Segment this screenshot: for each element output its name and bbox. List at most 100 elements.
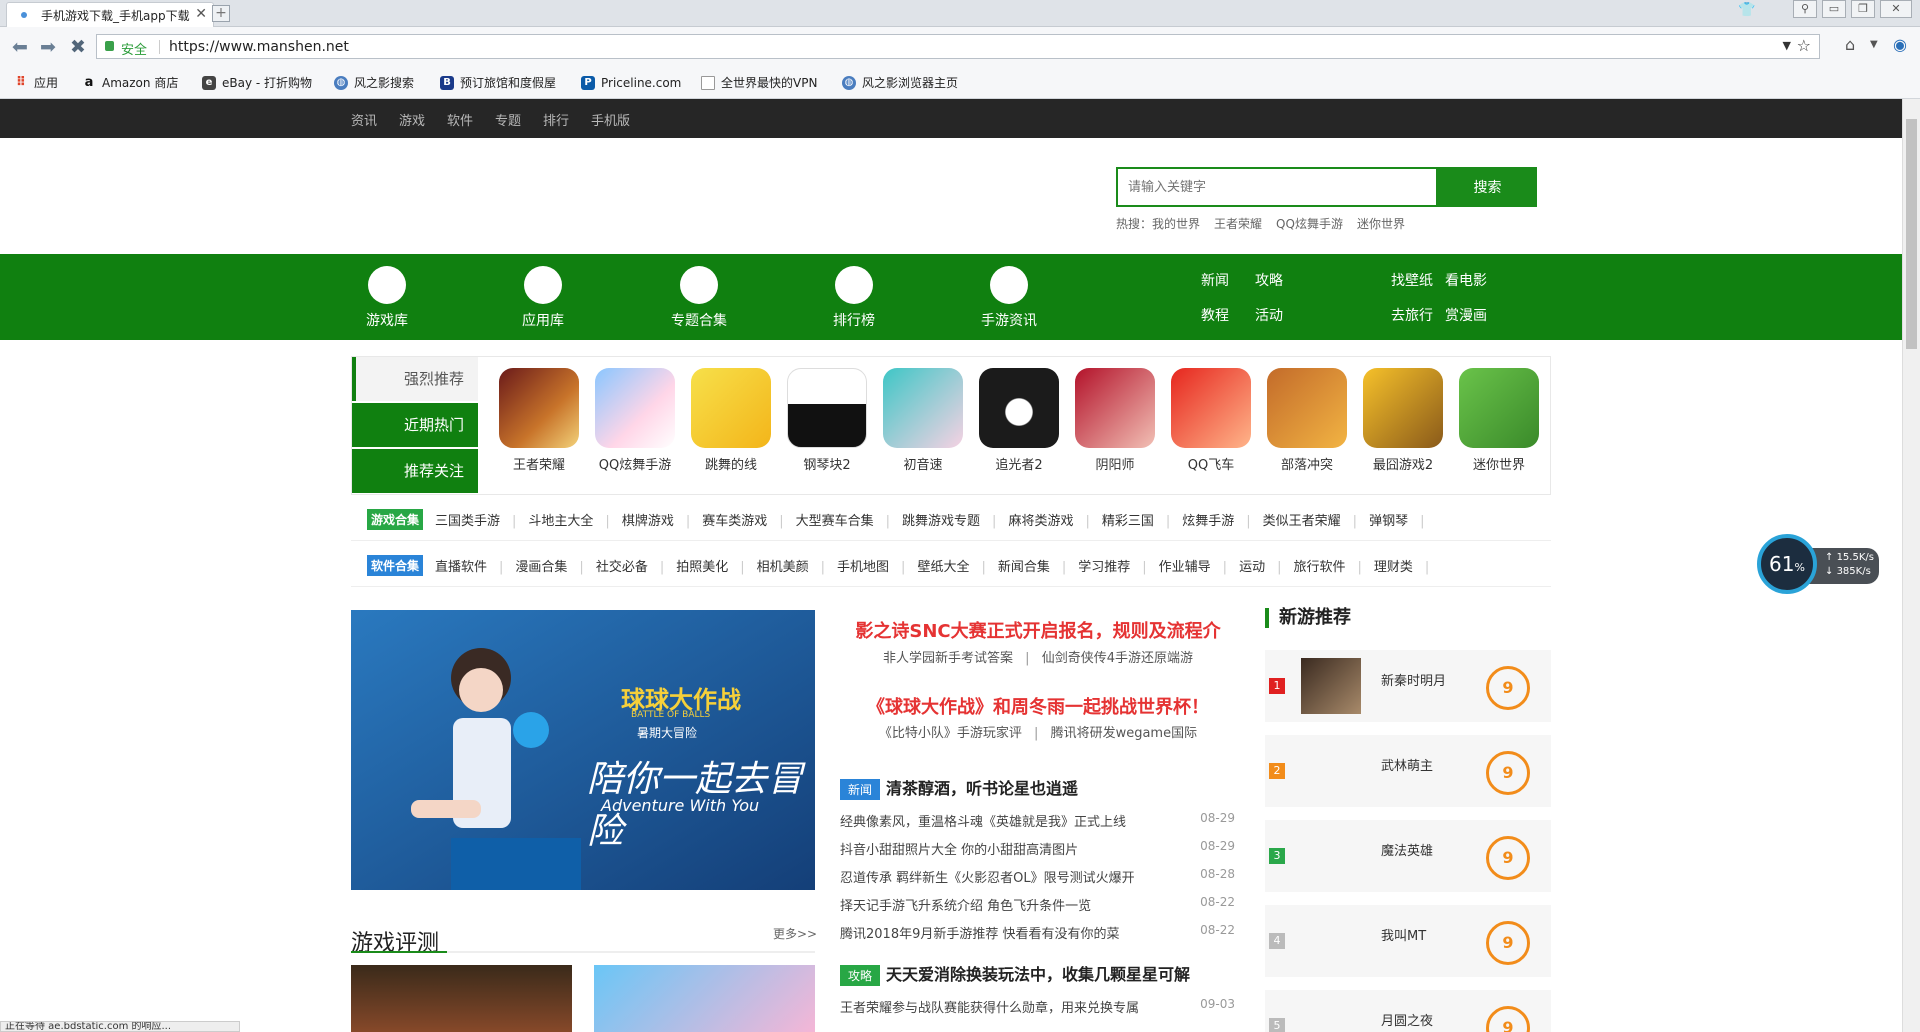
sub-link[interactable]: 《比特小队》手游玩家评 bbox=[879, 726, 1022, 741]
app-onmyoji[interactable]: 阴阳师 bbox=[1074, 368, 1156, 473]
new-tab-button[interactable]: + bbox=[212, 5, 230, 22]
sub-link[interactable]: 仙剑奇侠传4手游还原端游 bbox=[1042, 651, 1193, 666]
topnav-mobile[interactable]: 手机版 bbox=[591, 110, 630, 129]
search-input[interactable] bbox=[1118, 169, 1436, 205]
app-mini-world[interactable]: 迷你世界 bbox=[1458, 368, 1540, 473]
app-light-chaser[interactable]: 追光者2 bbox=[978, 368, 1060, 473]
tab-strong-recommend[interactable]: 强烈推荐 bbox=[352, 357, 478, 401]
scroll-thumb[interactable] bbox=[1906, 119, 1917, 349]
headline-1[interactable]: 影之诗SNC大赛正式开启报名，规则及流程介 bbox=[838, 617, 1238, 643]
page-scrollbar[interactable] bbox=[1902, 99, 1920, 1032]
hot-link[interactable]: 迷你世界 bbox=[1357, 217, 1405, 231]
link-tutorial[interactable]: 教程 bbox=[1201, 305, 1229, 325]
news-row[interactable]: 抖音小甜甜照片大全 你的小甜甜高清图片 08-29 bbox=[840, 839, 1235, 858]
tag-link[interactable]: 学习推荐 bbox=[1078, 560, 1130, 575]
shirt-icon[interactable]: 👕 bbox=[1738, 2, 1755, 18]
user-icon[interactable]: ⚲ bbox=[1793, 0, 1817, 18]
app-wzry[interactable]: 王者荣耀 bbox=[498, 368, 580, 473]
review-thumb[interactable] bbox=[594, 965, 815, 1032]
sub-link[interactable]: 腾讯将研发wegame国际 bbox=[1051, 726, 1198, 741]
tag-link[interactable]: 运动 bbox=[1239, 560, 1265, 575]
link-wallpaper[interactable]: 找壁纸 bbox=[1391, 270, 1433, 290]
tag-link[interactable]: 三国类手游 bbox=[435, 514, 500, 529]
back-icon[interactable]: ⬅ bbox=[12, 36, 28, 58]
app-miku[interactable]: 初音速 bbox=[882, 368, 964, 473]
news-row[interactable]: 忍道传承 羁绊新生《火影忍者OL》限号测试火爆开 08-28 bbox=[840, 867, 1235, 886]
browser-menu-icon[interactable]: ◉ bbox=[1893, 35, 1907, 54]
app-brain-game[interactable]: 最囧游戏2 bbox=[1362, 368, 1444, 473]
dropdown-icon[interactable]: ▼ bbox=[1783, 39, 1791, 52]
bookmark-booking[interactable]: B 预订旅馆和度假屋 bbox=[438, 72, 556, 94]
star-icon[interactable]: ☆ bbox=[1797, 36, 1811, 55]
tab-recent-hot[interactable]: 近期热门 bbox=[352, 403, 478, 447]
network-speed-widget[interactable]: ↑ 15.5K/s ↓ 385K/s 61% bbox=[1757, 534, 1879, 594]
topnav-news[interactable]: 资讯 bbox=[351, 110, 377, 129]
category-app-library[interactable]: 应用库 bbox=[488, 266, 598, 330]
tag-link[interactable]: 大型赛车合集 bbox=[796, 514, 874, 529]
category-news[interactable]: 手游资讯 bbox=[954, 266, 1064, 330]
tag-link[interactable]: 麻将类游戏 bbox=[1008, 514, 1073, 529]
topnav-ranking[interactable]: 排行 bbox=[543, 110, 569, 129]
link-travel[interactable]: 去旅行 bbox=[1391, 305, 1433, 325]
category-ranking[interactable]: 排行榜 bbox=[799, 266, 909, 330]
url-field[interactable]: 安全 https://www.manshen.net ▼ ☆ bbox=[96, 34, 1820, 59]
bookmark-apps[interactable]: ⠿ 应用 bbox=[12, 72, 58, 94]
tag-link[interactable]: 拍照美化 bbox=[676, 560, 728, 575]
bookmark-vpn[interactable]: 全世界最快的VPN bbox=[699, 72, 817, 94]
topnav-games[interactable]: 游戏 bbox=[399, 110, 425, 129]
topnav-topics[interactable]: 专题 bbox=[495, 110, 521, 129]
link-guide[interactable]: 攻略 bbox=[1255, 270, 1283, 290]
sub-link[interactable]: 非人学园新手考试答案 bbox=[883, 651, 1013, 666]
news-block-title[interactable]: 新闻 清茶醇酒，听书论星也逍遥 bbox=[840, 775, 1078, 800]
close-window-button[interactable]: ✕ bbox=[1880, 0, 1912, 18]
tag-link[interactable]: 赛车类游戏 bbox=[702, 514, 767, 529]
tag-link[interactable]: 直播软件 bbox=[435, 560, 487, 575]
tag-link[interactable]: 新闻合集 bbox=[998, 560, 1050, 575]
tab-follow[interactable]: 推荐关注 bbox=[352, 449, 478, 493]
tag-link[interactable]: 作业辅导 bbox=[1159, 560, 1211, 575]
link-news[interactable]: 新闻 bbox=[1201, 270, 1229, 290]
tag-link[interactable]: 跳舞游戏专题 bbox=[902, 514, 980, 529]
link-movie[interactable]: 看电影 bbox=[1445, 270, 1487, 290]
category-game-library[interactable]: 游戏库 bbox=[332, 266, 442, 330]
news-row[interactable]: 经典像素风，重温格斗魂《英雄就是我》正式上线 08-29 bbox=[840, 811, 1235, 830]
hot-link[interactable]: 王者荣耀 bbox=[1214, 217, 1262, 231]
bookmark-home[interactable]: ◍ 风之影浏览器主页 bbox=[840, 72, 958, 94]
tag-link[interactable]: 斗地主大全 bbox=[528, 514, 593, 529]
category-topics[interactable]: 专题合集 bbox=[644, 266, 754, 330]
new-game-item[interactable]: 2 武林萌主 9 bbox=[1265, 735, 1551, 807]
headline-2[interactable]: 《球球大作战》和周冬雨一起挑战世界杯！ bbox=[838, 693, 1238, 719]
minimize-button[interactable]: ▭ bbox=[1822, 0, 1846, 18]
tag-link[interactable]: 炫舞手游 bbox=[1182, 514, 1234, 529]
app-qq-speed[interactable]: QQ飞车 bbox=[1170, 368, 1252, 473]
new-game-item[interactable]: 3 魔法英雄 9 bbox=[1265, 820, 1551, 892]
news-row[interactable]: 腾讯2018年9月新手游推荐 快看看有没有你的菜 08-22 bbox=[840, 923, 1235, 942]
new-game-item[interactable]: 1 新秦时明月 9 bbox=[1265, 650, 1551, 722]
tag-link[interactable]: 弹钢琴 bbox=[1369, 514, 1408, 529]
tag-link[interactable]: 棋牌游戏 bbox=[622, 514, 674, 529]
hot-link[interactable]: QQ炫舞手游 bbox=[1276, 217, 1343, 231]
hot-link[interactable]: 我的世界 bbox=[1152, 217, 1200, 231]
home-icon[interactable]: ⌂ bbox=[1845, 35, 1855, 54]
new-game-item[interactable]: 4 我叫MT 9 bbox=[1265, 905, 1551, 977]
app-clash-of-clans[interactable]: 部落冲突 bbox=[1266, 368, 1348, 473]
forward-icon[interactable]: ➡ bbox=[40, 36, 56, 58]
restore-button[interactable]: ❐ bbox=[1851, 0, 1875, 18]
link-event[interactable]: 活动 bbox=[1255, 305, 1283, 325]
guide-row[interactable]: 王者荣耀参与战队赛能获得什么勋章，用来兑换专属 09-03 bbox=[840, 997, 1235, 1016]
tag-link[interactable]: 壁纸大全 bbox=[917, 560, 969, 575]
promo-banner[interactable]: 球球大作战 BATTLE OF BALLS 暑期大冒险 陪你一起去冒险 Adve… bbox=[351, 610, 815, 890]
bookmark-amazon[interactable]: a Amazon 商店 bbox=[80, 72, 179, 94]
close-tab-icon[interactable]: ✕ bbox=[195, 6, 207, 22]
stop-icon[interactable]: ✖ bbox=[70, 36, 86, 58]
app-qqx5[interactable]: QQ炫舞手游 bbox=[594, 368, 676, 473]
app-piano-tiles[interactable]: 钢琴块2 bbox=[786, 368, 868, 473]
tag-link[interactable]: 相机美颜 bbox=[757, 560, 809, 575]
tag-link[interactable]: 漫画合集 bbox=[515, 560, 567, 575]
review-thumb[interactable] bbox=[351, 965, 572, 1032]
review-more-link[interactable]: 更多>> bbox=[773, 925, 817, 942]
menu-arrow-icon[interactable]: ▼ bbox=[1870, 39, 1878, 50]
bookmark-priceline[interactable]: P Priceline.com bbox=[579, 72, 681, 94]
tag-link[interactable]: 社交必备 bbox=[596, 560, 648, 575]
new-game-item[interactable]: 5 月圆之夜 9 bbox=[1265, 990, 1551, 1032]
